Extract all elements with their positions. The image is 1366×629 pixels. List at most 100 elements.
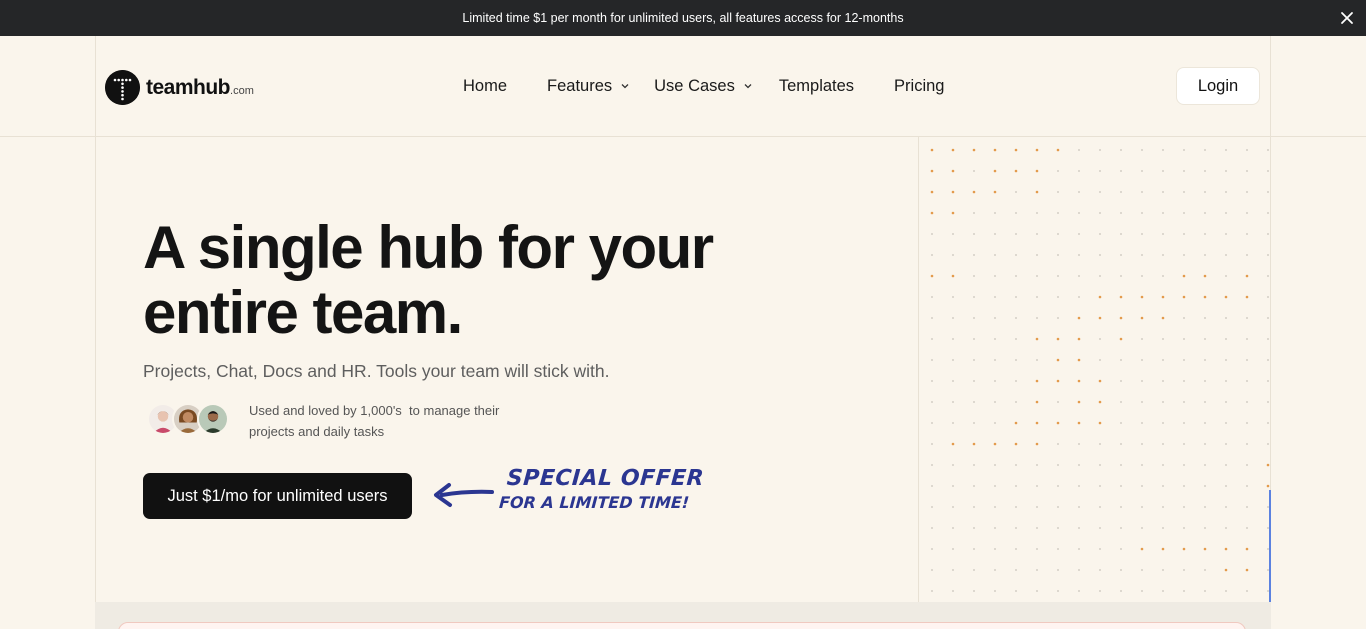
grid-dot [1099, 233, 1101, 235]
main-nav: Home Features Use Cases Templates Pricin… [463, 74, 944, 98]
grid-dot [993, 148, 997, 152]
nav-item-home[interactable]: Home [463, 74, 507, 98]
grid-dot [1183, 569, 1185, 571]
grid-dot [1120, 464, 1122, 466]
grid-dot [1246, 506, 1248, 508]
grid-dot [1246, 422, 1248, 424]
grid-dot [1141, 254, 1143, 256]
grid-dot [1120, 569, 1122, 571]
grid-dot [1036, 527, 1038, 529]
grid-dot [1246, 485, 1248, 487]
nav-item-features[interactable]: Features [547, 74, 630, 98]
grid-dot [931, 569, 933, 571]
grid-dot [1014, 169, 1018, 173]
grid-dot [1182, 274, 1186, 278]
grid-dot [1162, 590, 1164, 592]
grid-dot [1225, 401, 1227, 403]
grid-dot [1141, 485, 1143, 487]
grid-dot [1015, 254, 1017, 256]
grid-dot [1204, 170, 1206, 172]
grid-dot [1141, 338, 1143, 340]
nav-item-templates[interactable]: Templates [779, 74, 854, 98]
grid-dot [1246, 443, 1248, 445]
grid-dot [930, 211, 934, 215]
grid-dot [1246, 212, 1248, 214]
dot-grid-pattern [930, 148, 1270, 592]
grid-dot [1246, 590, 1248, 592]
grid-dot [1267, 317, 1269, 319]
grid-dot [931, 590, 933, 592]
grid-dot [973, 254, 975, 256]
grid-dot [1140, 316, 1144, 320]
nav-item-use-cases[interactable]: Use Cases [654, 74, 753, 98]
grid-dot [1204, 254, 1206, 256]
cta-button[interactable]: Just $1/mo for unlimited users [143, 473, 412, 519]
login-button[interactable]: Login [1176, 67, 1260, 105]
grid-dot [1035, 421, 1039, 425]
grid-dot [1078, 506, 1080, 508]
decorative-dot-grid [918, 137, 1270, 602]
grid-dot [1204, 506, 1206, 508]
grid-dot [994, 275, 996, 277]
grid-dot [931, 527, 933, 529]
grid-dot [952, 296, 954, 298]
grid-dot [994, 317, 996, 319]
grid-dot [1120, 275, 1122, 277]
grid-dot [952, 548, 954, 550]
grid-dot [1267, 443, 1269, 445]
grid-dot [1036, 296, 1038, 298]
grid-dot [1224, 568, 1228, 572]
grid-dot [1141, 170, 1143, 172]
grid-dot [973, 212, 975, 214]
grid-dot [1203, 547, 1207, 551]
grid-dot [1120, 485, 1122, 487]
grid-dot [1183, 527, 1185, 529]
grid-dot [1077, 421, 1081, 425]
grid-dot [1077, 379, 1081, 383]
chevron-down-icon [621, 84, 629, 89]
grid-dot [1161, 547, 1165, 551]
grid-dot [1057, 548, 1059, 550]
close-icon[interactable] [1338, 9, 1356, 27]
grid-dot [973, 422, 975, 424]
grid-dot [1099, 590, 1101, 592]
grid-dot [1120, 149, 1122, 151]
grid-dot [993, 442, 997, 446]
grid-dot [1015, 275, 1017, 277]
nav-item-label: Home [463, 76, 508, 95]
announcement-text: Limited time $1 per month for unlimited … [462, 11, 904, 25]
grid-dot [1036, 212, 1038, 214]
grid-dot [1141, 443, 1143, 445]
nav-item-pricing[interactable]: Pricing [894, 74, 944, 98]
grid-dot [1225, 149, 1227, 151]
grid-dot [1098, 421, 1102, 425]
grid-dot [1119, 295, 1123, 299]
grid-dot [1120, 359, 1122, 361]
grid-dot [973, 464, 975, 466]
grid-dot [1182, 295, 1186, 299]
grid-dot [1057, 212, 1059, 214]
grid-dot [1099, 464, 1101, 466]
brand-wordmark: teamhub [146, 75, 231, 99]
teamhub-logo-icon [105, 70, 140, 105]
grid-dot [994, 254, 996, 256]
grid-dot [972, 190, 976, 194]
grid-dot [1057, 296, 1059, 298]
grid-dot [1225, 317, 1227, 319]
grid-dot [1015, 506, 1017, 508]
frame-line-left [95, 36, 96, 602]
grid-dot [1099, 527, 1101, 529]
grid-dot [973, 590, 975, 592]
hero-subtitle: Projects, Chat, Docs and HR. Tools your … [143, 361, 610, 381]
logo[interactable]: teamhub.com [105, 70, 254, 105]
grid-dot [1204, 359, 1206, 361]
grid-dot [1057, 590, 1059, 592]
grid-dot [994, 506, 996, 508]
grid-dot [1099, 170, 1101, 172]
grid-dot [973, 485, 975, 487]
grid-dot [1015, 590, 1017, 592]
grid-dot [1099, 149, 1101, 151]
grid-dot [1225, 590, 1227, 592]
grid-dot [931, 296, 933, 298]
grid-dot [952, 233, 954, 235]
